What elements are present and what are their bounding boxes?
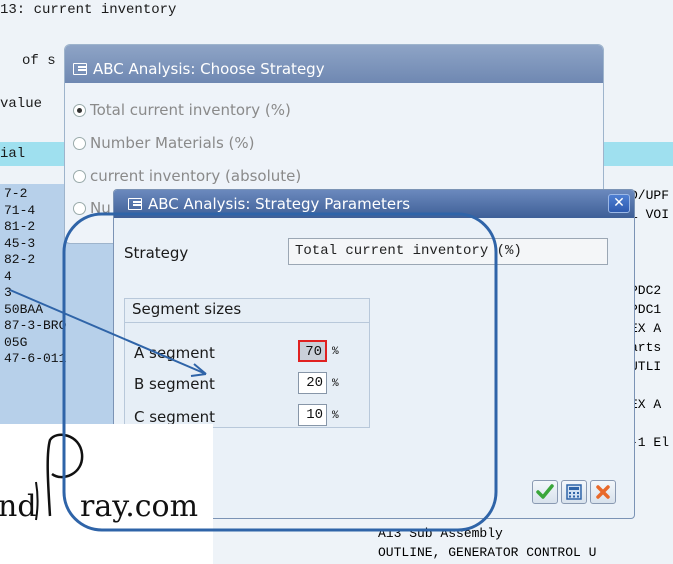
a-segment-label: A segment [134,344,215,362]
option-label: current inventory (absolute) [90,167,302,185]
radio-button[interactable] [73,169,86,183]
strategy-label: Strategy [124,244,189,262]
calculator-icon[interactable] [561,480,587,504]
option-number-materials[interactable]: Number Materials (%) [73,134,255,152]
description-cell: UTLI [630,359,662,374]
description-cell [630,224,673,243]
material-row[interactable]: 4 [0,269,118,286]
dialog-icon [73,63,87,75]
report-line-of: of s [22,53,56,69]
description-cell: PDC1 [630,302,662,317]
check-icon[interactable] [532,480,558,504]
option-current-inventory-absolute[interactable]: current inventory (absolute) [73,167,301,185]
material-row[interactable]: 87-3-BRO [0,318,118,335]
choose-strategy-titlebar[interactable]: ABC Analysis: Choose Strategy [65,45,603,83]
strategy-parameters-title: ABC Analysis: Strategy Parameters [148,195,411,213]
option-label: Number Materials (%) [90,134,255,152]
description-cell [630,414,673,433]
choose-strategy-title: ABC Analysis: Choose Strategy [93,60,325,78]
radio-button-selected[interactable] [73,103,86,117]
material-row[interactable]: 47-6-011 [0,351,118,368]
c-segment-unit: % [332,410,339,422]
option-total-inventory[interactable]: Total current inventory (%) [73,101,291,119]
watermark-logo: nd ray.com [0,424,213,564]
segment-sizes-divider [124,322,370,323]
svg-text:nd: nd [0,489,37,524]
cancel-icon[interactable] [590,480,616,504]
svg-text:ray.com: ray.com [80,489,198,524]
b-segment-input[interactable]: 20 [298,372,327,394]
description-cell: EX A [630,397,662,412]
option-partial[interactable]: Nu [73,199,111,217]
material-row[interactable]: 50BAA [0,302,118,319]
description-cell: EX A [630,321,662,336]
material-row[interactable]: 05G [0,335,118,352]
material-row[interactable]: 82-2 [0,252,118,269]
a-segment-unit: % [332,346,339,358]
option-label: Total current inventory (%) [90,101,291,119]
b-segment-unit: % [332,378,339,390]
watermark-logo-art: nd ray.com [0,433,198,524]
strategy-parameters-titlebar[interactable]: ABC Analysis: Strategy Parameters [114,190,634,218]
radio-button[interactable] [73,136,86,150]
description-cell: arts [630,340,662,355]
description-bottom-line: OUTLINE, GENERATOR CONTROL U [378,545,597,560]
dialog-icon [128,198,142,210]
description-cell [630,243,673,262]
description-cell [630,262,673,281]
description-cell: 1 VOI [630,207,670,222]
strategy-field[interactable]: Total current inventory (%) [288,238,608,265]
c-segment-input[interactable]: 10 [298,404,327,426]
description-bottom-line: A13 Sub Assembly [378,526,503,541]
description-cell [630,376,673,395]
description-cell: -1 El [630,435,670,450]
report-line-value: value [0,96,43,112]
b-segment-label: B segment [134,375,215,393]
description-column: D/UPF 1 VOI PDC2 PDC1 EX A arts UTLI EX … [630,186,673,452]
description-cell: PDC2 [630,283,662,298]
option-label: Nu [90,199,111,217]
material-row[interactable]: 3 [0,285,118,302]
report-title-line: 13: current inventory [0,2,177,18]
column-header-material: ial [0,146,26,162]
segment-sizes-heading: Segment sizes [132,300,242,318]
a-segment-input[interactable]: 70 [298,340,327,362]
radio-button[interactable] [73,201,86,215]
description-cell: D/UPF [630,188,670,203]
close-icon[interactable]: ✕ [608,194,630,213]
